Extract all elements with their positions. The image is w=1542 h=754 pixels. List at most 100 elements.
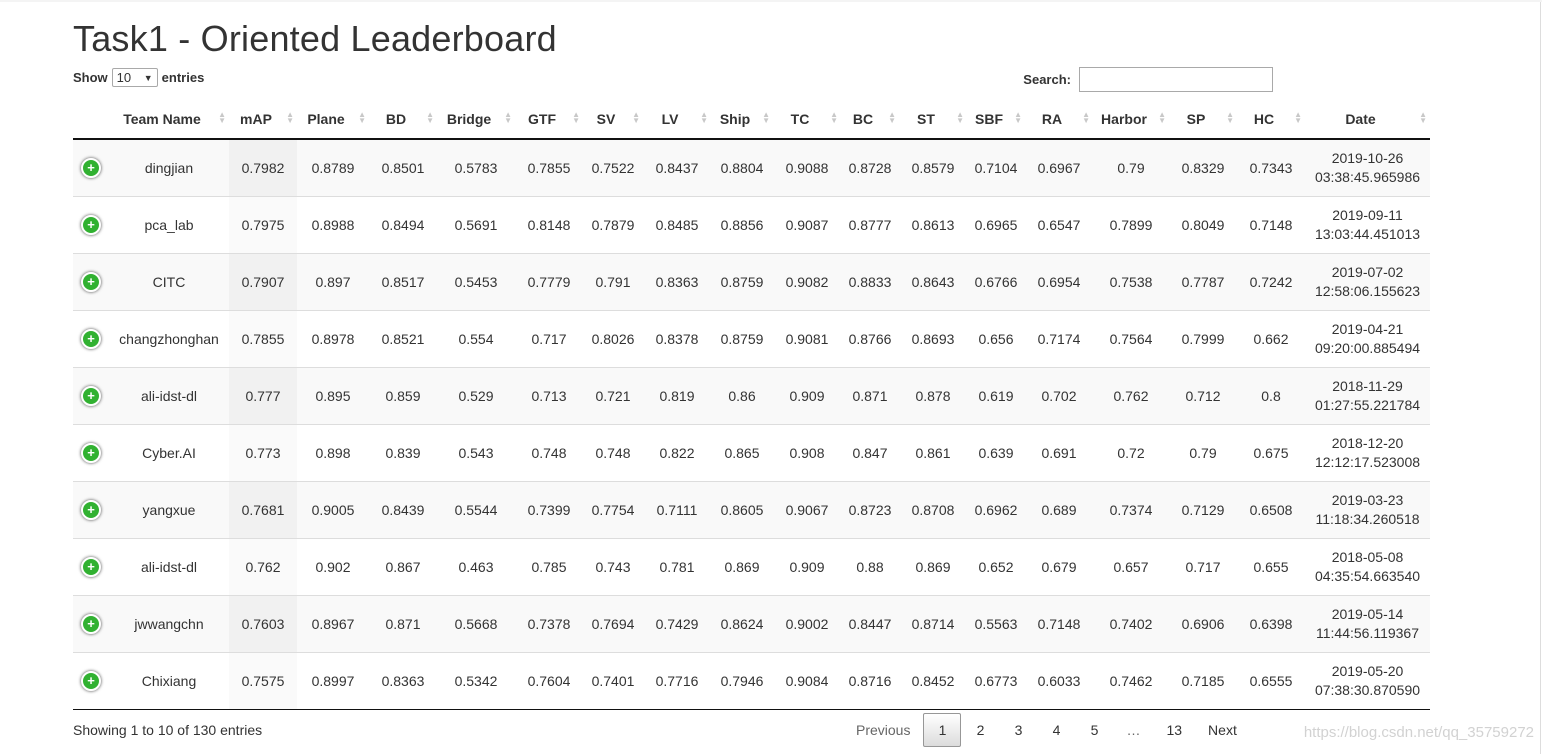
score-cell-harbor: 0.7374 [1093,481,1169,539]
score-cell-sv: 0.791 [583,253,643,311]
table-row: + pca_lab 0.7975 0.8988 0.8494 0.5691 0.8148 0.… [73,196,1430,254]
score-cell-bridge: 0.5453 [437,253,515,311]
date-day: 2018-05-08 [1331,549,1404,565]
score-cell-hc: 0.7148 [1237,196,1305,254]
score-cell-tc: 0.9081 [773,310,841,368]
column-header-harbor[interactable]: Harbor ▲ ▼ [1093,100,1169,140]
score-cell-harbor: 0.79 [1093,139,1169,197]
column-header-ra[interactable]: RA ▲ ▼ [1025,100,1093,140]
length-menu-show-label: Show [73,70,108,85]
column-header-bc[interactable]: BC ▲ ▼ [841,100,899,140]
score-cell-lv: 0.781 [643,538,711,596]
column-header-hc[interactable]: HC ▲ ▼ [1237,100,1305,140]
score-cell-ra: 0.679 [1025,538,1093,596]
plus-circle-icon[interactable]: + [81,386,101,406]
column-header-bridge[interactable]: Bridge ▲ ▼ [437,100,515,140]
score-cell-ra: 0.691 [1025,424,1093,482]
column-header-label: Harbor [1101,111,1147,127]
score-cell-hc: 0.7242 [1237,253,1305,311]
search-input[interactable] [1079,67,1273,92]
watermark-text: https://blog.csdn.net/qq_35759272 [1303,724,1534,741]
date-time: 01:27:55.221784 [1314,397,1421,413]
score-cell-gtf: 0.7779 [515,253,583,311]
plus-circle-icon[interactable]: + [81,215,101,235]
score-cell-hc: 0.662 [1237,310,1305,368]
pagination-page-4[interactable]: 4 [1037,713,1075,747]
score-cell-st: 0.878 [899,367,967,425]
plus-circle-icon[interactable]: + [81,329,101,349]
score-cell-sv: 0.7754 [583,481,643,539]
plus-circle-icon[interactable]: + [81,443,101,463]
plus-circle-icon[interactable]: + [81,500,101,520]
pagination-page-13[interactable]: 13 [1153,713,1195,747]
date-cell: 2018-05-08 04:35:54.663540 [1305,538,1430,596]
score-cell-lv: 0.822 [643,424,711,482]
pagination-page-1[interactable]: 1 [923,713,962,747]
column-header-label: Team Name [123,111,201,127]
score-cell-gtf: 0.717 [515,310,583,368]
column-header-date[interactable]: Date ▲ ▼ [1305,100,1430,140]
plus-circle-icon[interactable]: + [81,557,101,577]
score-cell-bd: 0.839 [369,424,437,482]
plus-circle-icon[interactable]: + [81,671,101,691]
table-row: + CITC 0.7907 0.897 0.8517 0.5453 0.7779 0.791 0… [73,253,1430,311]
pagination-page-3[interactable]: 3 [999,713,1037,747]
column-header-ship[interactable]: Ship ▲ ▼ [711,100,773,140]
score-cell-tc: 0.9084 [773,652,841,710]
expand-cell: + [73,424,109,482]
pagination-next-button[interactable]: Next [1195,713,1250,747]
score-cell-sp: 0.79 [1169,424,1237,482]
column-header-team-name[interactable]: Team Name ▲ ▼ [109,100,229,140]
score-cell-ship: 0.86 [711,367,773,425]
date-day: 2019-05-14 [1331,606,1404,622]
pagination-page-5[interactable]: 5 [1075,713,1113,747]
score-cell-lv: 0.819 [643,367,711,425]
score-cell-hc: 0.8 [1237,367,1305,425]
score-cell-st: 0.8714 [899,595,967,653]
score-cell-map: 0.7603 [229,595,297,653]
column-header-st[interactable]: ST ▲ ▼ [899,100,967,140]
column-header-tc[interactable]: TC ▲ ▼ [773,100,841,140]
score-cell-sbf: 0.619 [967,367,1025,425]
column-header-sv[interactable]: SV ▲ ▼ [583,100,643,140]
score-cell-sv: 0.8026 [583,310,643,368]
score-cell-gtf: 0.748 [515,424,583,482]
sort-both-icon: ▲ ▼ [830,110,838,125]
column-header-label: LV [661,111,679,127]
sort-both-icon: ▲ ▼ [888,110,896,125]
expand-cell: + [73,139,109,197]
pagination: Previous 1 2 3 4 5 … 13 Next [841,713,1250,747]
plus-circle-icon[interactable]: + [81,614,101,634]
pagination-page-2[interactable]: 2 [961,713,999,747]
score-cell-hc: 0.6508 [1237,481,1305,539]
expand-cell: + [73,196,109,254]
column-header-bd[interactable]: BD ▲ ▼ [369,100,437,140]
date-day: 2019-07-02 [1331,264,1404,280]
top-rule [0,0,1542,2]
column-header-label: Bridge [446,111,492,127]
pagination-previous-button[interactable]: Previous [841,713,923,747]
column-header-sbf[interactable]: SBF ▲ ▼ [967,100,1025,140]
entries-select[interactable]: 10 ▼ [111,68,158,87]
column-header-expand [73,100,109,140]
column-header-map[interactable]: mAP ▲ ▼ [229,100,297,140]
entries-select-value: 10 [116,70,132,85]
score-cell-lv: 0.7429 [643,595,711,653]
score-cell-map: 0.773 [229,424,297,482]
score-cell-st: 0.8693 [899,310,967,368]
table-info: Showing 1 to 10 of 130 entries [73,722,263,738]
score-cell-harbor: 0.72 [1093,424,1169,482]
plus-circle-icon[interactable]: + [81,158,101,178]
table-row: + ali-idst-dl 0.762 0.902 0.867 0.463 0.785 0.7… [73,538,1430,596]
score-cell-sv: 0.7401 [583,652,643,710]
column-header-lv[interactable]: LV ▲ ▼ [643,100,711,140]
date-cell: 2019-09-11 13:03:44.451013 [1305,196,1430,254]
team-name-cell: Chixiang [109,652,229,710]
score-cell-plane: 0.8997 [297,652,369,710]
column-header-plane[interactable]: Plane ▲ ▼ [297,100,369,140]
column-header-sp[interactable]: SP ▲ ▼ [1169,100,1237,140]
score-cell-bd: 0.871 [369,595,437,653]
plus-circle-icon[interactable]: + [81,272,101,292]
column-header-gtf[interactable]: GTF ▲ ▼ [515,100,583,140]
date-day: 2019-04-21 [1331,321,1404,337]
